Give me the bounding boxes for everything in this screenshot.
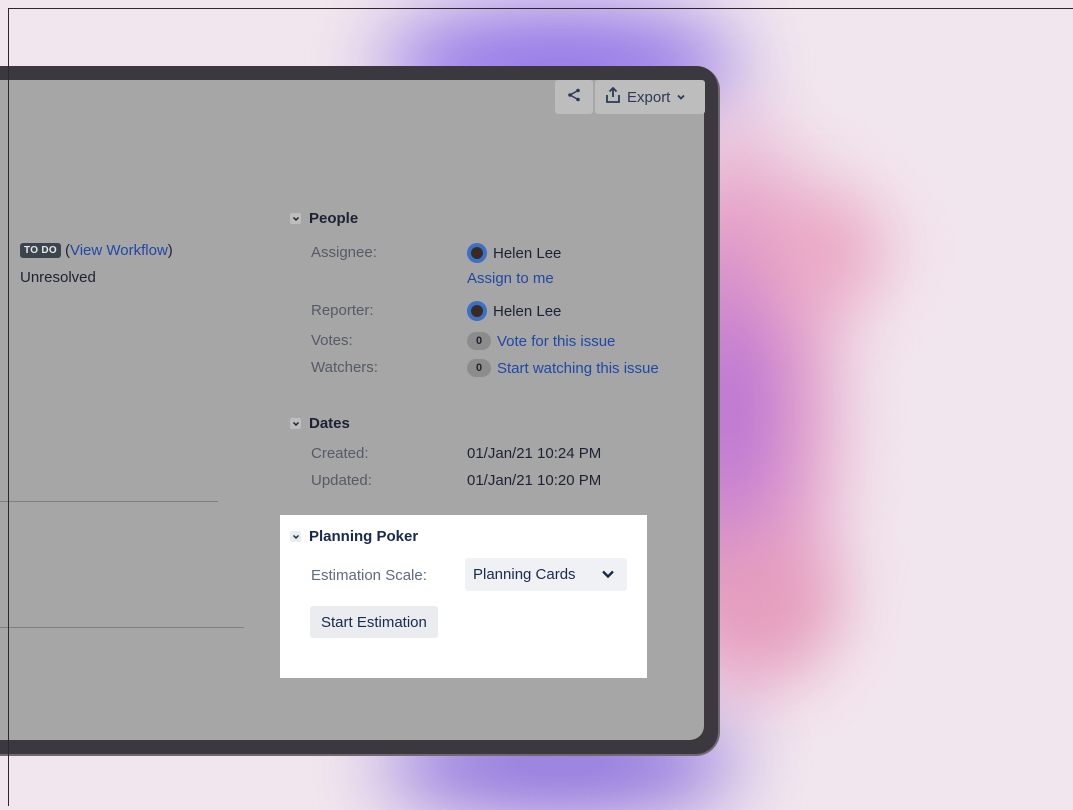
- assignee-value[interactable]: Helen Lee: [467, 243, 561, 263]
- share-icon: [566, 87, 582, 107]
- resolution-value: Unresolved: [20, 269, 96, 286]
- start-estimation-button[interactable]: Start Estimation: [310, 606, 438, 638]
- assign-to-me-link[interactable]: Assign to me: [467, 270, 554, 287]
- divider: [0, 501, 218, 502]
- created-value: 01/Jan/21 10:24 PM: [467, 445, 602, 462]
- vote-for-issue-link[interactable]: Vote for this issue: [497, 333, 615, 350]
- export-icon: [605, 86, 621, 108]
- export-label: Export: [627, 88, 671, 106]
- reporter-label: Reporter:: [311, 302, 374, 319]
- updated-label: Updated:: [311, 472, 372, 489]
- chevron-down-icon: [601, 566, 615, 583]
- avatar: [467, 243, 487, 263]
- votes-count-badge: 0: [467, 332, 491, 350]
- watchers-value: 0 Start watching this issue: [467, 359, 659, 377]
- chevron-down-icon: [676, 89, 686, 106]
- planning-poker-section-toggle[interactable]: Planning Poker: [290, 528, 418, 545]
- dates-title: Dates: [309, 415, 350, 432]
- issue-toolbar: Export: [555, 80, 705, 114]
- decorative-glow: [760, 190, 890, 310]
- planning-poker-title: Planning Poker: [309, 528, 419, 545]
- people-section-toggle[interactable]: People: [290, 210, 358, 227]
- watchers-count-badge: 0: [467, 359, 491, 377]
- people-title: People: [309, 210, 359, 227]
- estimation-scale-select[interactable]: Planning Cards: [465, 558, 627, 591]
- status-badge[interactable]: TO DO: [20, 243, 61, 258]
- start-watching-link[interactable]: Start watching this issue: [497, 360, 659, 377]
- created-label: Created:: [311, 445, 369, 462]
- planning-poker-panel: Planning Poker Estimation Scale: Plannin…: [280, 515, 647, 678]
- view-workflow-link[interactable]: View Workflow: [70, 242, 168, 259]
- reporter-value[interactable]: Helen Lee: [467, 301, 561, 321]
- assignee-label: Assignee:: [311, 244, 377, 261]
- votes-label: Votes:: [311, 332, 353, 349]
- updated-value: 01/Jan/21 10:20 PM: [467, 472, 602, 489]
- assignee-name: Helen Lee: [493, 244, 562, 262]
- chevron-down-icon: [290, 213, 301, 224]
- share-button[interactable]: [555, 80, 593, 114]
- divider: [0, 627, 244, 628]
- avatar: [467, 301, 487, 321]
- estimation-scale-value: Planning Cards: [473, 566, 576, 583]
- export-button[interactable]: Export: [595, 80, 705, 114]
- decorative-glow: [700, 540, 840, 670]
- reporter-name: Helen Lee: [493, 302, 562, 320]
- workflow-close-paren: ): [167, 242, 173, 259]
- dates-section-toggle[interactable]: Dates: [290, 415, 350, 432]
- chevron-down-icon: [290, 531, 301, 542]
- estimation-scale-label: Estimation Scale:: [311, 567, 427, 584]
- chevron-down-icon: [290, 418, 301, 429]
- watchers-label: Watchers:: [311, 359, 378, 376]
- votes-value: 0 Vote for this issue: [467, 332, 615, 350]
